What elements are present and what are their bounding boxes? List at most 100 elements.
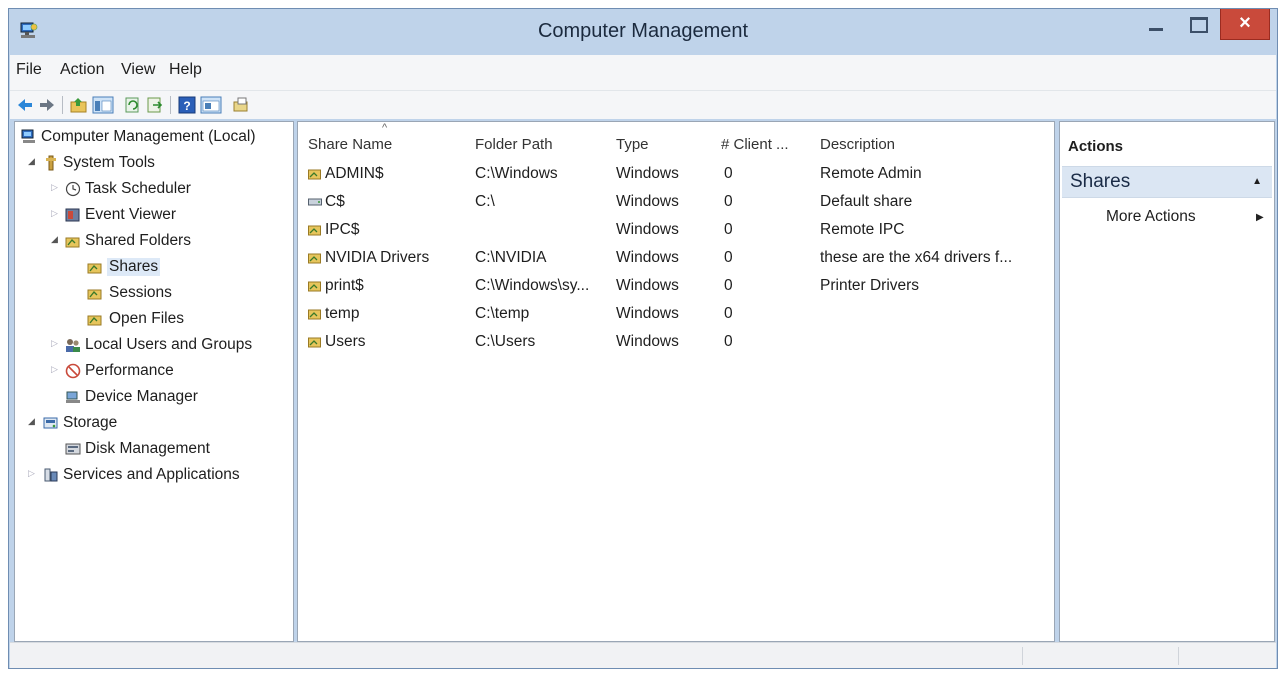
- tree-item-event-viewer[interactable]: ▷ Event Viewer: [19, 204, 293, 228]
- cell-share-name: C$: [325, 193, 345, 210]
- more-actions-link[interactable]: More Actions: [1106, 208, 1196, 226]
- expanded-arrow-icon[interactable]: ◢: [28, 416, 35, 427]
- show-hide-console-tree-icon[interactable]: [92, 95, 114, 115]
- tree-item-label: Event Viewer: [85, 206, 177, 223]
- table-row[interactable]: print$ C:\Windows\sy... Windows 0 Printe…: [298, 274, 1054, 302]
- tree-item-label: Task Scheduler: [85, 180, 191, 197]
- tree-item-open-files[interactable]: Open Files: [19, 308, 293, 332]
- refresh-icon[interactable]: [124, 95, 142, 115]
- table-row[interactable]: temp C:\temp Windows 0: [298, 302, 1054, 330]
- properties-icon[interactable]: [200, 95, 222, 115]
- shared-folder-icon: [308, 281, 321, 292]
- tree-item-label: Computer Management (Local): [41, 128, 256, 145]
- tree-item-sessions[interactable]: Sessions: [19, 282, 293, 306]
- tree-item-storage[interactable]: ◢ Storage: [19, 412, 293, 436]
- shared-folder-icon: [87, 315, 102, 326]
- table-row[interactable]: Users C:\Users Windows 0: [298, 330, 1054, 358]
- tree-item-label: System Tools: [63, 154, 155, 171]
- shares-list-view[interactable]: ^ Share Name Folder Path Type # Client .…: [297, 121, 1055, 642]
- tree-item-label: Local Users and Groups: [85, 336, 253, 353]
- collapsed-arrow-icon[interactable]: ▷: [51, 364, 58, 375]
- collapsed-arrow-icon[interactable]: ▷: [28, 468, 35, 479]
- menu-help[interactable]: Help: [169, 61, 202, 79]
- table-row[interactable]: IPC$ Windows 0 Remote IPC: [298, 218, 1054, 246]
- back-arrow-icon[interactable]: [16, 95, 34, 115]
- services-icon: [44, 468, 58, 482]
- new-share-icon[interactable]: [232, 95, 250, 115]
- cell-description: Printer Drivers: [820, 277, 920, 294]
- cell-folder-path: C:\temp: [475, 305, 530, 322]
- cell-client-connections: 0: [724, 277, 733, 294]
- collapsed-arrow-icon[interactable]: ▷: [51, 338, 58, 349]
- column-header-folder-path[interactable]: Folder Path: [475, 136, 553, 153]
- tree-item-label: Disk Management: [85, 440, 210, 457]
- close-button[interactable]: ×: [1220, 9, 1270, 40]
- collapsed-arrow-icon[interactable]: ▷: [51, 182, 58, 193]
- tree-item-performance[interactable]: ▷ Performance: [19, 360, 293, 384]
- device-manager-icon: [66, 391, 80, 403]
- cell-description: Remote Admin: [820, 165, 922, 182]
- tree-item-services-and-applications[interactable]: ▷ Services and Applications: [19, 464, 293, 488]
- cell-client-connections: 0: [724, 333, 733, 350]
- maximize-icon[interactable]: [1177, 9, 1217, 39]
- cell-type: Windows: [616, 249, 679, 266]
- actions-group-shares[interactable]: Shares ▲: [1062, 166, 1272, 198]
- expanded-arrow-icon[interactable]: ◢: [28, 156, 35, 167]
- tree-item-shared-folders[interactable]: ◢ Shared Folders: [19, 230, 293, 254]
- tree-item-shares[interactable]: Shares: [19, 256, 293, 280]
- cell-folder-path: C:\Users: [475, 333, 536, 350]
- cell-share-name: ADMIN$: [325, 165, 384, 182]
- shared-folder-icon: [65, 237, 80, 248]
- tree-item-label: Shares: [107, 258, 161, 276]
- menu-file[interactable]: File: [16, 61, 42, 79]
- collapse-caret-icon[interactable]: ▲: [1252, 176, 1262, 187]
- tree-item-label: Sessions: [109, 284, 172, 301]
- cell-share-name: NVIDIA Drivers: [325, 249, 430, 266]
- export-list-icon[interactable]: [146, 95, 164, 115]
- expanded-arrow-icon[interactable]: ◢: [51, 234, 58, 245]
- toolbar: ?: [10, 91, 1276, 119]
- collapsed-arrow-icon[interactable]: ▷: [51, 208, 58, 219]
- console-tree[interactable]: Computer Management (Local) ◢ System Too…: [14, 121, 294, 642]
- forward-arrow-icon[interactable]: [38, 95, 56, 115]
- shared-folder-icon: [87, 289, 102, 300]
- actions-pane: Actions Shares ▲ More Actions ▶: [1059, 121, 1275, 642]
- column-header-share-name[interactable]: Share Name: [308, 136, 392, 153]
- menu-view[interactable]: View: [121, 61, 155, 79]
- tree-item-computer-management[interactable]: Computer Management (Local): [19, 126, 293, 150]
- tree-item-device-manager[interactable]: Device Manager: [19, 386, 293, 410]
- title-bar[interactable]: Computer Management ×: [9, 9, 1277, 55]
- shared-folder-icon: [308, 253, 321, 264]
- table-row[interactable]: NVIDIA Drivers C:\NVIDIA Windows 0 these…: [298, 246, 1054, 274]
- shared-folder-icon: [87, 263, 102, 274]
- column-header-client-connections[interactable]: # Client ...: [721, 136, 789, 153]
- tree-item-label: Open Files: [109, 310, 184, 327]
- status-bar: [10, 642, 1276, 668]
- tree-item-system-tools[interactable]: ◢ System Tools: [19, 152, 293, 176]
- cell-type: Windows: [616, 165, 679, 182]
- menu-bar: File Action View Help: [10, 55, 1276, 91]
- table-row[interactable]: ADMIN$ C:\Windows Windows 0 Remote Admin: [298, 162, 1054, 190]
- tree-item-disk-management[interactable]: Disk Management: [19, 438, 293, 462]
- cell-type: Windows: [616, 305, 679, 322]
- submenu-arrow-icon[interactable]: ▶: [1256, 212, 1264, 223]
- help-icon[interactable]: ?: [178, 95, 196, 115]
- tree-item-local-users-and-groups[interactable]: ▷ Local Users and Groups: [19, 334, 293, 358]
- table-row[interactable]: C$ C:\ Windows 0 Default share: [298, 190, 1054, 218]
- cell-folder-path: C:\Windows\sy...: [475, 277, 590, 294]
- cell-type: Windows: [616, 221, 679, 238]
- shared-folder-icon: [308, 309, 321, 320]
- cell-share-name: print$: [325, 277, 364, 294]
- tree-item-task-scheduler[interactable]: ▷ Task Scheduler: [19, 178, 293, 202]
- column-header-description[interactable]: Description: [820, 136, 895, 153]
- tree-item-label: Device Manager: [85, 388, 198, 405]
- column-header-type[interactable]: Type: [616, 136, 649, 153]
- up-folder-icon[interactable]: [70, 95, 88, 115]
- menu-action[interactable]: Action: [60, 61, 104, 79]
- window-title: Computer Management: [537, 20, 749, 42]
- cell-share-name: temp: [325, 305, 360, 322]
- shared-folder-icon: [308, 225, 321, 236]
- minimize-icon[interactable]: [1137, 9, 1175, 39]
- computer-icon: [21, 129, 35, 143]
- close-icon[interactable]: ×: [1221, 12, 1269, 35]
